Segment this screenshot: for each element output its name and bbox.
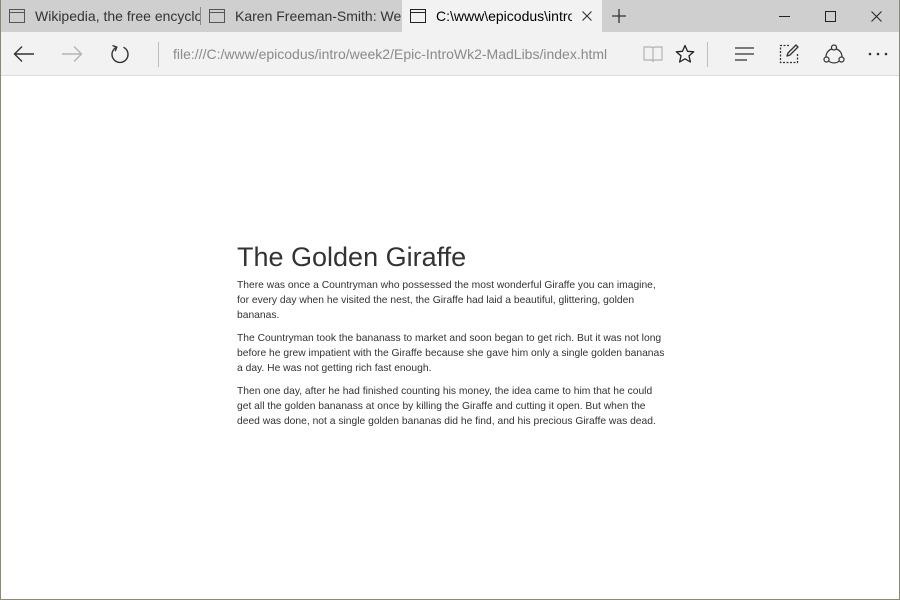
story-container: The Golden Giraffe There was once a Coun… [237,241,669,437]
favorite-button[interactable] [662,32,708,76]
web-note-icon [779,44,799,64]
tab-local-file[interactable]: C:\www\epicodus\intro\week2\Epic-IntroWk… [402,0,602,32]
refresh-icon [111,44,129,64]
close-tab-button[interactable] [572,0,602,32]
minimize-button[interactable] [761,0,807,32]
minimize-icon [778,15,790,17]
tab-title: C:\www\epicodus\intro\week2\Epic-IntroWk… [436,8,572,24]
page-icon [410,9,426,23]
back-button[interactable] [1,32,47,76]
new-tab-button[interactable] [603,0,635,32]
more-button[interactable] [855,32,900,76]
hub-icon [735,47,754,61]
tab-wikipedia[interactable]: Wikipedia, the free encyclopedia [1,0,200,32]
page-icon [209,9,225,23]
story-paragraph: There was once a Countryman who possesse… [237,280,656,321]
maximize-button[interactable] [807,0,853,32]
maximize-icon [824,10,836,22]
forward-arrow-icon [62,46,83,62]
close-icon [870,10,882,22]
tab-title: Karen Freeman-Smith: Web [235,8,401,24]
browser-window: Wikipedia, the free encyclopedia Karen F… [0,0,900,600]
page-title: The Golden Giraffe [237,242,467,272]
page-icon [9,9,25,23]
share-icon [823,44,845,64]
navigation-bar: file:///C:/www/epicodus/intro/week2/Epic… [1,32,899,76]
plus-icon [612,9,626,23]
address-divider [158,42,159,67]
star-icon [675,44,695,63]
book-icon [643,46,663,63]
address-bar[interactable]: file:///C:/www/epicodus/intro/week2/Epic… [173,44,633,64]
story-paragraph: Then one day, after he had finished coun… [237,386,656,427]
back-arrow-icon [13,46,34,62]
close-icon [582,11,592,21]
hub-button[interactable] [722,32,768,76]
tab-karen-freeman-smith[interactable]: Karen Freeman-Smith: Web [201,0,401,32]
toolbar-divider [707,42,708,67]
page-content: The Golden Giraffe There was once a Coun… [1,77,899,599]
close-window-button[interactable] [853,0,899,32]
web-note-button[interactable] [766,32,812,76]
tab-strip: Wikipedia, the free encyclopedia Karen F… [1,0,899,32]
refresh-button[interactable] [97,32,143,76]
tab-title: Wikipedia, the free encyclopedia [35,8,200,24]
more-icon [868,52,888,56]
forward-button[interactable] [49,32,95,76]
story-paragraph: The Countryman took the bananass to mark… [237,333,665,374]
share-button[interactable] [811,32,857,76]
